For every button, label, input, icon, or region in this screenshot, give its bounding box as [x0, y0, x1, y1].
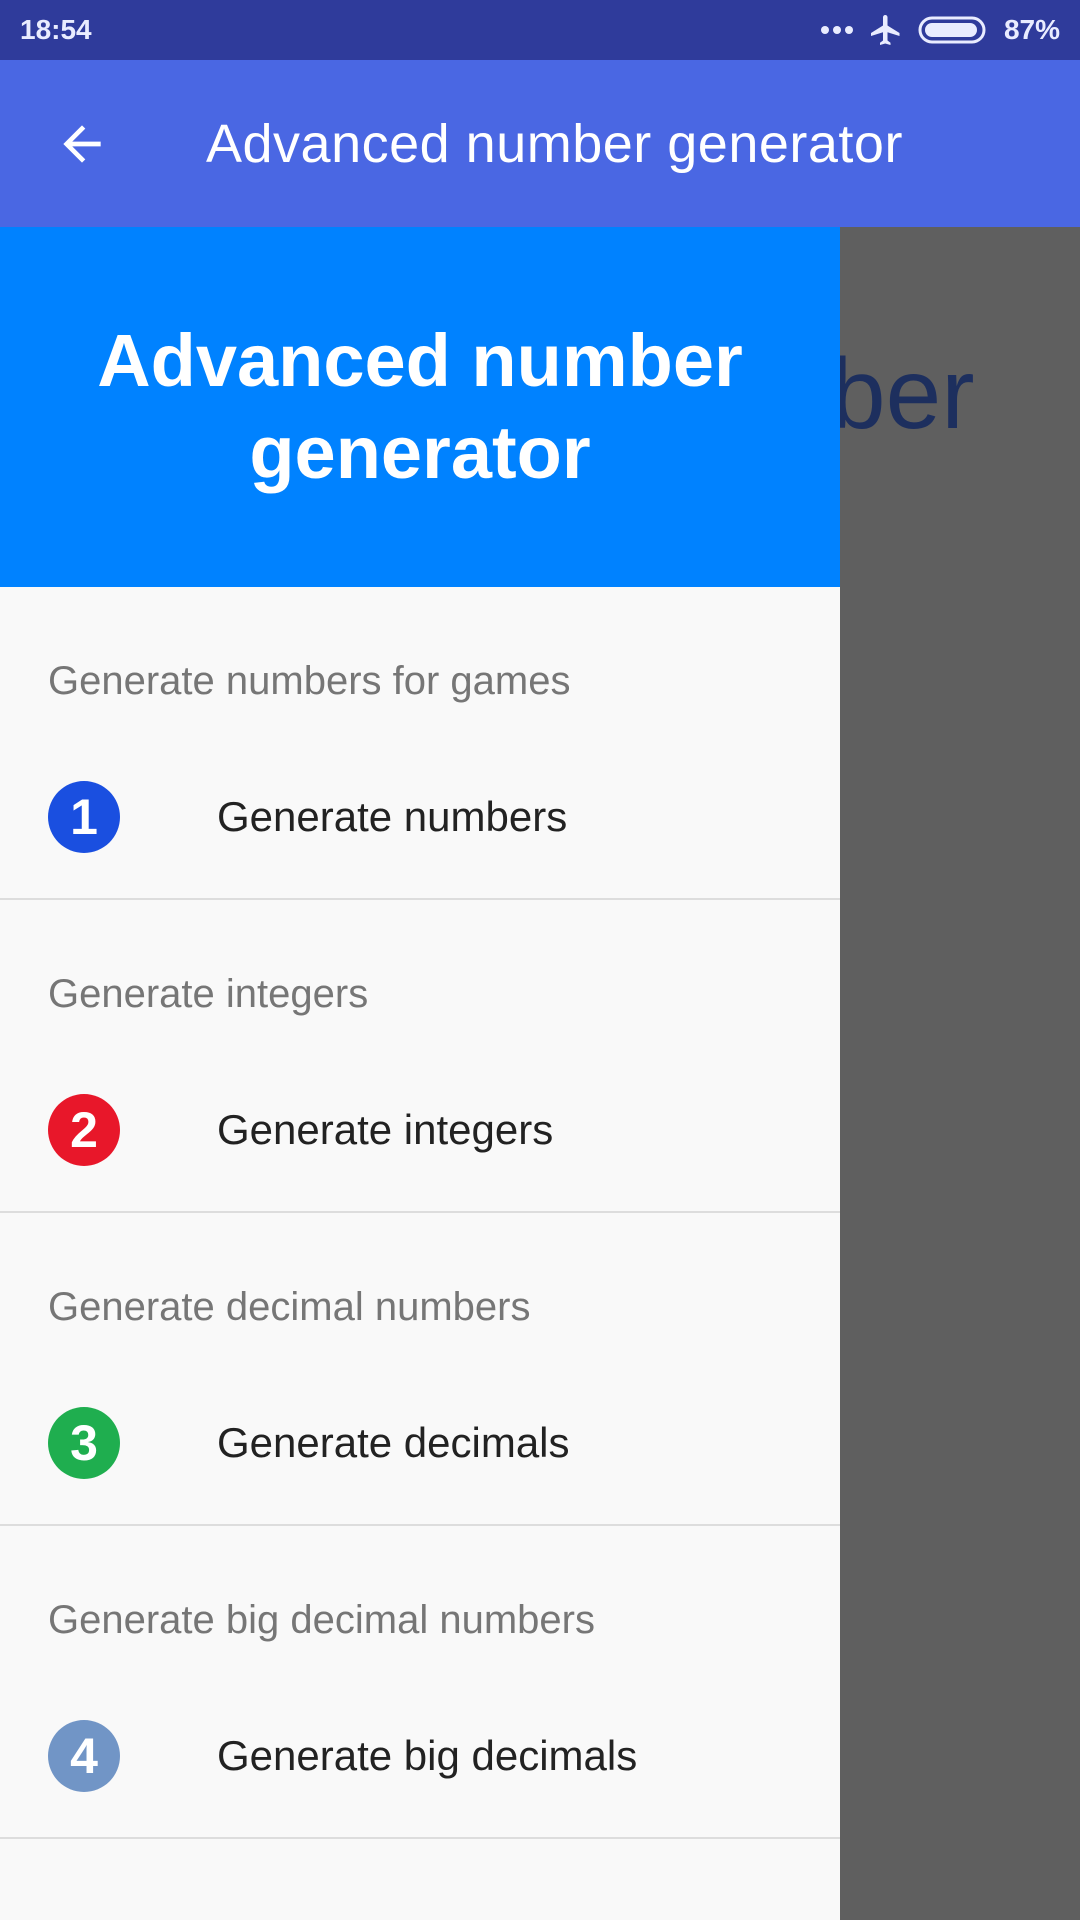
number-one-icon: 1 — [48, 781, 120, 853]
drawer-section-big-decimals: Generate big decimal numbers 4 Generate … — [0, 1526, 840, 1839]
menu-item-label: Generate big decimals — [217, 1732, 638, 1779]
status-time: 18:54 — [20, 14, 92, 45]
number-four-icon: 4 — [48, 1720, 120, 1792]
drawer-title: Advanced number generator — [97, 319, 743, 494]
airplane-mode-icon — [868, 12, 904, 48]
drawer-header: Advanced number generator — [0, 227, 840, 587]
status-bar: 18:54 87% — [0, 0, 1080, 60]
menu-item-generate-integers[interactable]: 2 Generate integers — [0, 1070, 840, 1190]
drawer-section-integers: Generate integers 2 Generate integers — [0, 900, 840, 1213]
app-bar-title: Advanced number generator — [206, 113, 903, 174]
back-button[interactable] — [42, 104, 122, 184]
menu-item-label: Generate integers — [217, 1106, 554, 1153]
number-three-icon: 3 — [48, 1407, 120, 1479]
navigation-drawer: Advanced number generator Generate numbe… — [0, 227, 840, 1920]
section-header: Generate numbers for games — [48, 659, 571, 703]
menu-item-generate-numbers[interactable]: 1 Generate numbers — [0, 757, 840, 877]
menu-item-label: Generate numbers — [217, 793, 568, 840]
drawer-section-decimals: Generate decimal numbers 3 Generate deci… — [0, 1213, 840, 1526]
section-header: Generate decimal numbers — [48, 1285, 531, 1329]
menu-item-label: Generate decimals — [217, 1419, 570, 1466]
more-dots-icon — [820, 25, 854, 35]
section-header: Generate big decimal numbers — [48, 1598, 595, 1642]
menu-item-generate-big-decimals[interactable]: 4 Generate big decimals — [0, 1696, 840, 1816]
app-bar: Advanced number generator — [0, 60, 1080, 227]
battery-icon — [918, 15, 990, 45]
menu-item-generate-decimals[interactable]: 3 Generate decimals — [0, 1383, 840, 1503]
battery-percent: 87% — [1003, 14, 1060, 45]
drawer-section-games: Generate numbers for games 1 Generate nu… — [0, 587, 840, 900]
section-header: Generate integers — [48, 972, 369, 1016]
background-title-fragment: ber — [830, 338, 975, 450]
arrow-left-icon — [63, 124, 101, 163]
number-two-icon: 2 — [48, 1094, 120, 1166]
status-icons: 87% — [820, 12, 1060, 48]
